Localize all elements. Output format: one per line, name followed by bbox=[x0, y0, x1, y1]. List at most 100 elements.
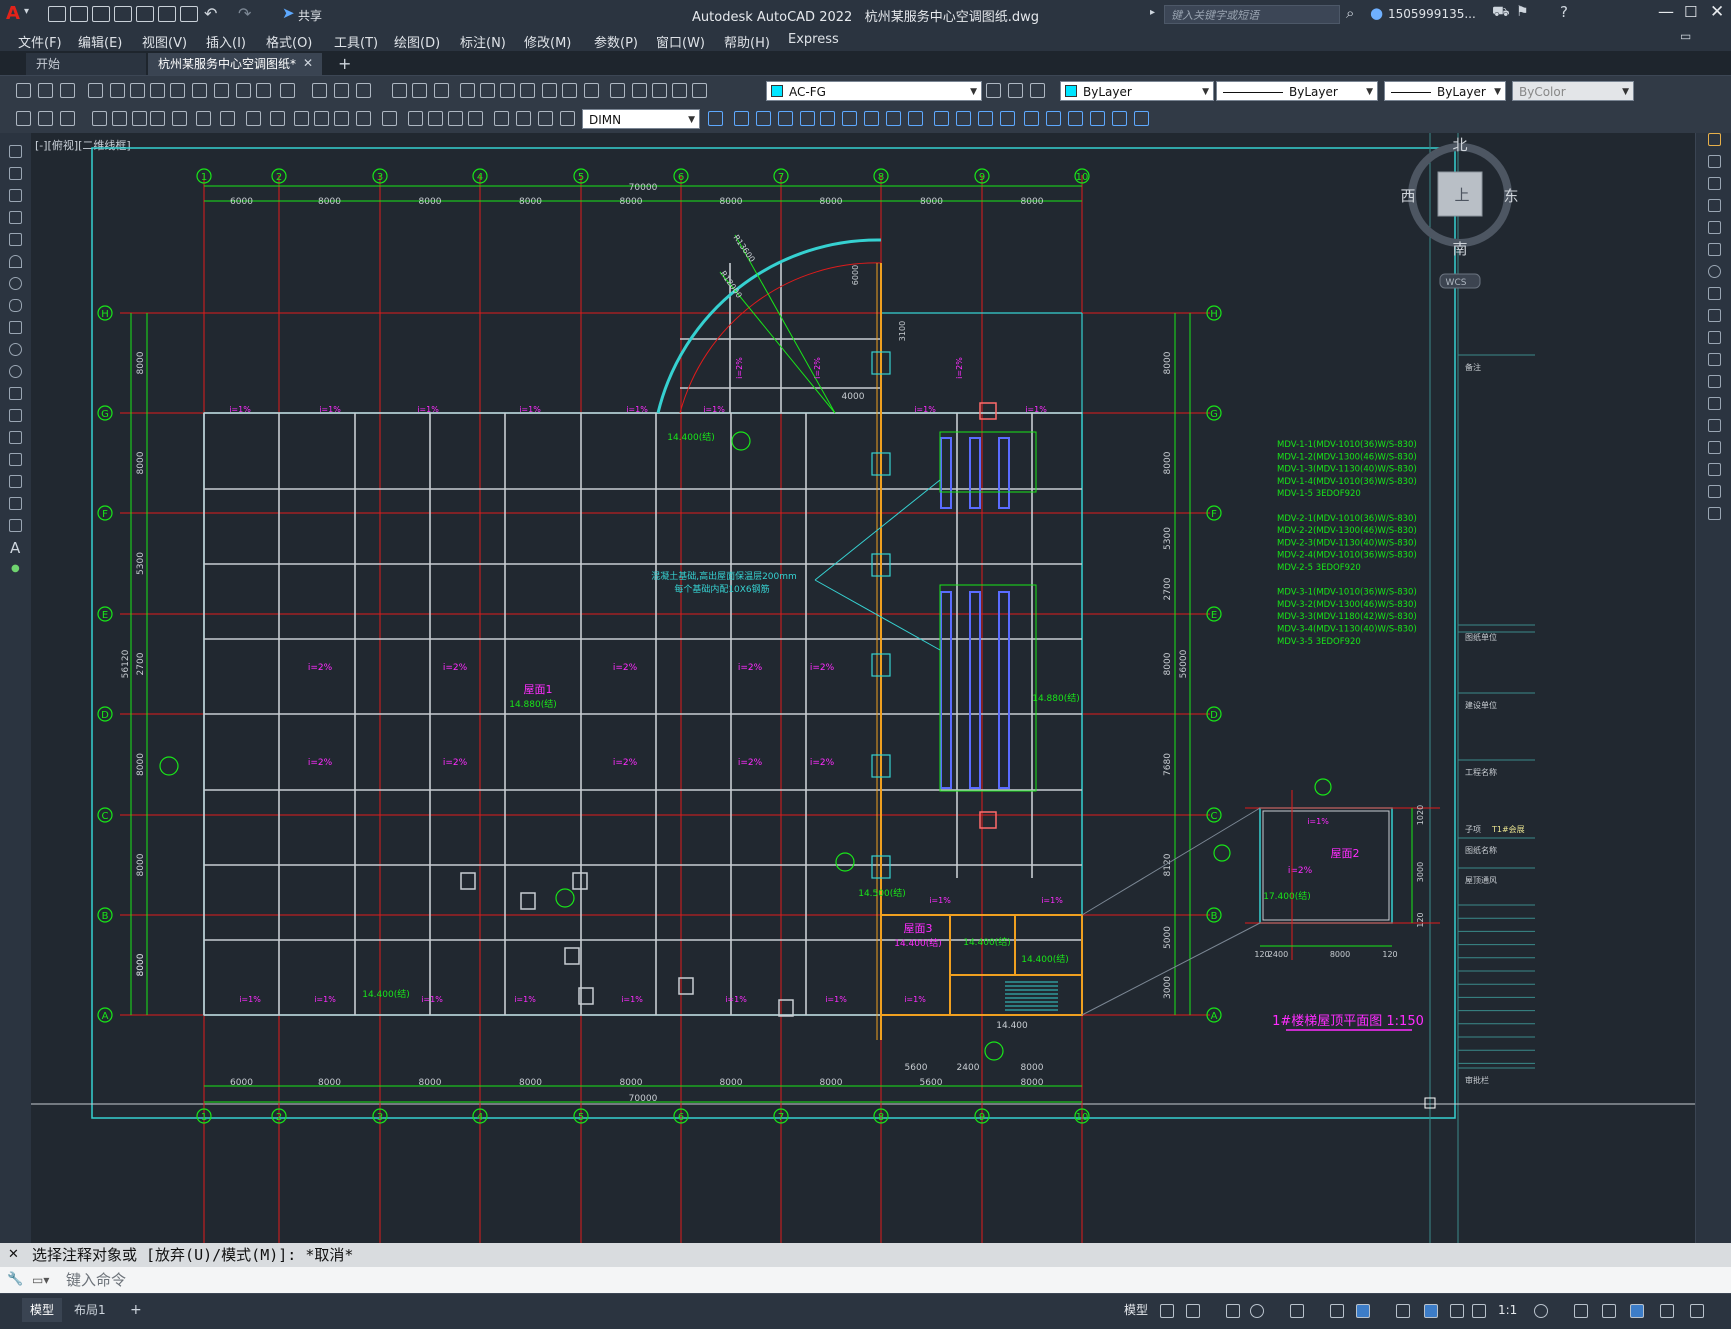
menu-item-11[interactable]: 帮助(H) bbox=[724, 32, 770, 51]
dim-tool-icon-31[interactable] bbox=[842, 111, 857, 126]
mtext-icon[interactable]: A bbox=[10, 539, 20, 557]
make-block-icon[interactable] bbox=[9, 409, 22, 422]
extend-icon[interactable] bbox=[1708, 353, 1721, 366]
model-tab[interactable]: 模型 bbox=[22, 1298, 63, 1322]
hatch-icon[interactable] bbox=[9, 453, 22, 466]
menu-item-9[interactable]: 参数(P) bbox=[594, 32, 638, 51]
circle-icon[interactable] bbox=[9, 277, 22, 290]
std-tool-icon-8[interactable] bbox=[192, 83, 207, 98]
trim-icon[interactable] bbox=[1708, 331, 1721, 344]
layer-tool-icon-0[interactable] bbox=[986, 83, 1001, 98]
gradient-icon[interactable] bbox=[9, 475, 22, 488]
isolate-objects-icon[interactable] bbox=[1630, 1304, 1644, 1318]
dim-tool-icon-8[interactable] bbox=[196, 111, 211, 126]
break-at-point-icon[interactable] bbox=[1708, 375, 1721, 388]
restore-doc-icon[interactable]: ▭ bbox=[1680, 29, 1691, 43]
cart-icon[interactable]: ⛟ bbox=[1492, 4, 1510, 22]
stretch-icon[interactable] bbox=[1708, 309, 1721, 322]
layer-dropdown[interactable]: AC-FG ▼ bbox=[766, 81, 982, 101]
dim-tool-icon-13[interactable] bbox=[314, 111, 329, 126]
std-tool-icon-9[interactable] bbox=[214, 83, 229, 98]
rotate-icon[interactable] bbox=[1708, 265, 1721, 278]
break-icon[interactable] bbox=[1708, 397, 1721, 410]
autodesk-app-icon[interactable]: ⚑ bbox=[1516, 4, 1529, 20]
maximize-button[interactable]: ☐ bbox=[1684, 3, 1697, 21]
menu-item-4[interactable]: 格式(O) bbox=[266, 32, 312, 51]
grid-icon[interactable] bbox=[1160, 1304, 1174, 1318]
tab-document[interactable]: 杭州某服务中心空调图纸* bbox=[148, 53, 322, 75]
menu-item-6[interactable]: 绘图(D) bbox=[394, 32, 440, 51]
region-icon[interactable] bbox=[9, 497, 22, 510]
mirror-icon[interactable] bbox=[1708, 177, 1721, 190]
dim-tool-icon-27[interactable] bbox=[756, 111, 771, 126]
explode-icon[interactable] bbox=[1708, 507, 1721, 520]
menu-item-1[interactable]: 编辑(E) bbox=[78, 32, 122, 51]
dim-tool-icon-36[interactable] bbox=[956, 111, 971, 126]
dim-tool-icon-34[interactable] bbox=[908, 111, 923, 126]
dim-tool-icon-1[interactable] bbox=[38, 111, 53, 126]
revcloud-icon[interactable] bbox=[9, 299, 22, 312]
dim-tool-icon-33[interactable] bbox=[886, 111, 901, 126]
search-expand-icon[interactable]: ▸ bbox=[1150, 7, 1155, 18]
std-tool-icon-4[interactable] bbox=[110, 83, 125, 98]
dim-tool-icon-16[interactable] bbox=[382, 111, 397, 126]
std-tool-icon-2[interactable] bbox=[60, 83, 75, 98]
dim-tool-icon-4[interactable] bbox=[112, 111, 127, 126]
polygon-icon[interactable] bbox=[9, 211, 22, 224]
fillet-icon[interactable] bbox=[1708, 463, 1721, 476]
line-icon[interactable] bbox=[9, 145, 22, 158]
add-layout-button[interactable]: + bbox=[122, 1298, 150, 1322]
dim-tool-icon-24[interactable] bbox=[560, 111, 575, 126]
drawing-canvas[interactable]: [-][俯视][二维线框] 70000 6000 8000 8000 8000 8000 8… bbox=[31, 133, 1695, 1243]
tab-start[interactable]: 开始 bbox=[26, 53, 146, 75]
erase-icon[interactable] bbox=[1708, 133, 1721, 146]
dim-tool-icon-30[interactable] bbox=[820, 111, 835, 126]
menu-item-8[interactable]: 修改(M) bbox=[524, 32, 571, 51]
dim-tool-icon-10[interactable] bbox=[246, 111, 261, 126]
dim-tool-icon-19[interactable] bbox=[448, 111, 463, 126]
dim-tool-icon-3[interactable] bbox=[92, 111, 107, 126]
dim-tool-icon-12[interactable] bbox=[294, 111, 309, 126]
dim-tool-icon-2[interactable] bbox=[60, 111, 75, 126]
dim-tool-icon-44[interactable] bbox=[1134, 111, 1149, 126]
search-icon[interactable]: ⌕ bbox=[1346, 4, 1354, 22]
dim-tool-icon-37[interactable] bbox=[978, 111, 993, 126]
offset-icon[interactable] bbox=[1708, 199, 1721, 212]
std-tool-icon-24[interactable] bbox=[562, 83, 577, 98]
rectangle-icon[interactable] bbox=[9, 233, 22, 246]
std-tool-icon-1[interactable] bbox=[38, 83, 53, 98]
std-tool-icon-30[interactable] bbox=[692, 83, 707, 98]
std-tool-icon-17[interactable] bbox=[412, 83, 427, 98]
user-account[interactable]: 1505999135... bbox=[1388, 7, 1476, 21]
add-selected-icon[interactable]: ● bbox=[11, 563, 20, 574]
osnap-track-icon[interactable] bbox=[1330, 1304, 1344, 1318]
std-tool-icon-25[interactable] bbox=[584, 83, 599, 98]
color-dropdown[interactable]: ByLayer ▼ bbox=[1060, 81, 1214, 101]
std-tool-icon-29[interactable] bbox=[672, 83, 687, 98]
dim-tool-icon-7[interactable] bbox=[172, 111, 187, 126]
std-tool-icon-16[interactable] bbox=[392, 83, 407, 98]
dimstyle-dropdown[interactable]: DIMN ▼ bbox=[582, 109, 700, 129]
insert-block-icon[interactable] bbox=[9, 387, 22, 400]
linetype-dropdown[interactable]: ByLayer ▼ bbox=[1216, 81, 1378, 101]
dim-tool-icon-14[interactable] bbox=[334, 111, 349, 126]
dim-tool-icon-39[interactable] bbox=[1024, 111, 1039, 126]
dim-tool-icon-15[interactable] bbox=[356, 111, 371, 126]
dim-tool-icon-20[interactable] bbox=[468, 111, 483, 126]
std-tool-icon-7[interactable] bbox=[170, 83, 185, 98]
menu-item-5[interactable]: 工具(T) bbox=[334, 32, 378, 51]
copy-icon[interactable] bbox=[1708, 155, 1721, 168]
annotation-visibility-icon[interactable] bbox=[1424, 1304, 1438, 1318]
dim-tool-icon-11[interactable] bbox=[270, 111, 285, 126]
osnap-icon[interactable] bbox=[1356, 1304, 1370, 1318]
menu-item-12[interactable]: Express bbox=[788, 32, 839, 47]
std-tool-icon-6[interactable] bbox=[150, 83, 165, 98]
array-icon[interactable] bbox=[1708, 221, 1721, 234]
std-tool-icon-22[interactable] bbox=[520, 83, 535, 98]
help-icon[interactable]: ? bbox=[1560, 3, 1568, 21]
std-tool-icon-11[interactable] bbox=[256, 83, 271, 98]
dim-tool-icon-38[interactable] bbox=[1000, 111, 1015, 126]
dim-tool-icon-32[interactable] bbox=[864, 111, 879, 126]
construction-line-icon[interactable] bbox=[9, 167, 22, 180]
scale-icon[interactable] bbox=[1708, 287, 1721, 300]
